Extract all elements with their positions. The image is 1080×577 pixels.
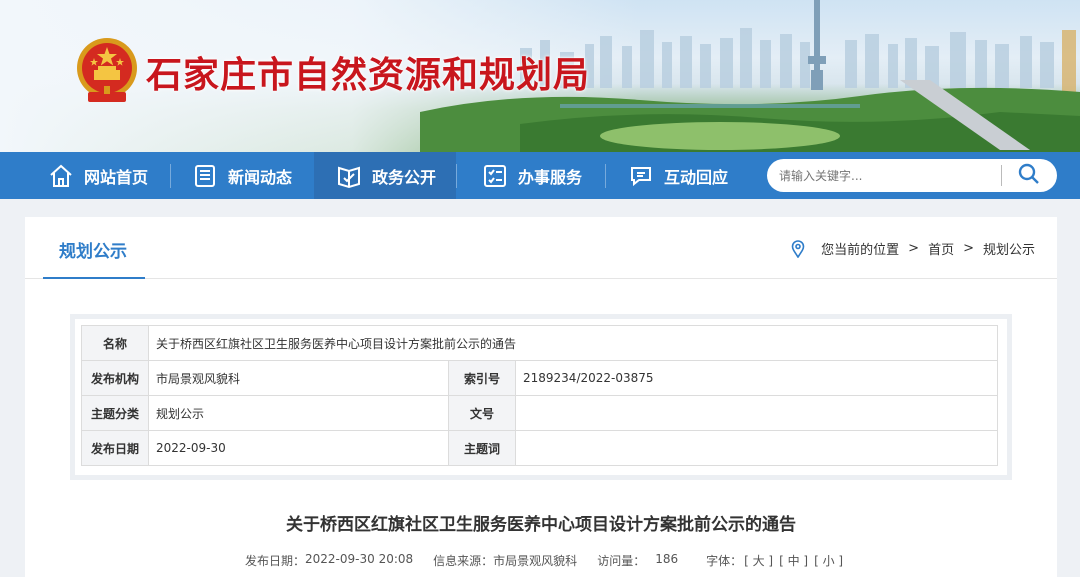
national-emblem-icon — [74, 36, 140, 104]
keyword-value — [515, 430, 998, 466]
nav-label: 政务公开 — [372, 167, 437, 187]
breadcrumb-home-link[interactable]: 首页 — [928, 239, 954, 258]
panel-header: 规划公示 您当前的位置 > 首页 > 规划公示 — [25, 217, 1057, 279]
publish-value: 2022-09-30 20:08 — [305, 552, 414, 566]
nav-item-interaction[interactable]: 互动回应 — [628, 152, 728, 199]
font-size-small-button[interactable]: [ 小 ] — [814, 552, 843, 569]
nav-item-services[interactable]: 办事服务 — [482, 152, 582, 199]
table-row: 发布日期 2022-09-30 主题词 — [81, 430, 998, 466]
nav-item-home[interactable]: 网站首页 — [48, 152, 148, 199]
font-size-medium-button[interactable]: [ 中 ] — [779, 552, 808, 569]
article-meta: 发布日期： 2022-09-30 20:08 信息来源： 市局景观风貌科 访问量… — [245, 552, 849, 569]
index-value: 2189234/2022-03875 — [515, 360, 998, 396]
search-icon — [1018, 163, 1040, 189]
source-value: 市局景观风貌科 — [493, 554, 578, 568]
nav-label: 网站首页 — [84, 167, 149, 187]
views-label: 访问量： — [597, 554, 646, 568]
index-label: 索引号 — [448, 360, 516, 396]
docno-value — [515, 395, 998, 431]
docno-label: 文号 — [448, 395, 516, 431]
nav-label: 办事服务 — [518, 167, 583, 187]
nav-item-gov-open[interactable]: 政务公开 — [314, 152, 456, 199]
header-banner: 石家庄市自然资源和规划局 — [0, 0, 1080, 152]
search-button[interactable] — [1011, 162, 1047, 189]
topic-label: 主题分类 — [81, 395, 149, 431]
search-box — [767, 159, 1057, 192]
content-panel: 规划公示 您当前的位置 > 首页 > 规划公示 名称 关于桥西区红旗社区卫生服务… — [25, 217, 1057, 577]
source-label: 信息来源： — [433, 554, 494, 568]
open-book-icon — [336, 163, 362, 189]
publish-label: 发布日期： — [245, 554, 306, 568]
site-title: 石家庄市自然资源和规划局 — [146, 55, 591, 96]
table-row: 名称 关于桥西区红旗社区卫生服务医养中心项目设计方案批前公示的通告 — [81, 325, 998, 361]
breadcrumb: 您当前的位置 > 首页 > 规划公示 — [791, 239, 1035, 258]
topic-value: 规划公示 — [148, 395, 449, 431]
location-pin-icon — [791, 239, 805, 258]
publisher-label: 发布机构 — [81, 360, 149, 396]
section-title: 规划公示 — [59, 242, 127, 262]
table-row: 主题分类 规划公示 文号 — [81, 395, 998, 431]
breadcrumb-current[interactable]: 规划公示 — [983, 239, 1035, 258]
chat-icon — [628, 163, 654, 189]
publisher-value: 市局景观风貌科 — [148, 360, 449, 396]
nav-label: 互动回应 — [664, 167, 729, 187]
table-row: 发布机构 市局景观风貌科 索引号 2189234/2022-03875 — [81, 360, 998, 396]
views-value: 186 — [655, 552, 679, 566]
name-value: 关于桥西区红旗社区卫生服务医养中心项目设计方案批前公示的通告 — [148, 325, 998, 361]
info-table-wrapper: 名称 关于桥西区红旗社区卫生服务医养中心项目设计方案批前公示的通告 发布机构 市… — [70, 314, 1012, 480]
nav-item-news[interactable]: 新闻动态 — [192, 152, 292, 199]
info-table: 名称 关于桥西区红旗社区卫生服务医养中心项目设计方案批前公示的通告 发布机构 市… — [81, 325, 998, 466]
keyword-label: 主题词 — [448, 430, 516, 466]
checklist-icon — [482, 163, 508, 189]
date-label: 发布日期 — [81, 430, 149, 466]
nav-label: 新闻动态 — [228, 167, 293, 187]
article-title: 关于桥西区红旗社区卫生服务医养中心项目设计方案批前公示的通告 — [286, 515, 796, 535]
name-label: 名称 — [81, 325, 149, 361]
date-value: 2022-09-30 — [148, 430, 449, 466]
home-icon — [48, 163, 74, 189]
newspaper-icon — [192, 163, 218, 189]
breadcrumb-prefix: 您当前的位置 — [821, 243, 900, 258]
font-size-label: 字体： — [706, 554, 743, 568]
font-size-large-button[interactable]: [ 大 ] — [744, 552, 773, 569]
search-input[interactable] — [779, 165, 999, 186]
